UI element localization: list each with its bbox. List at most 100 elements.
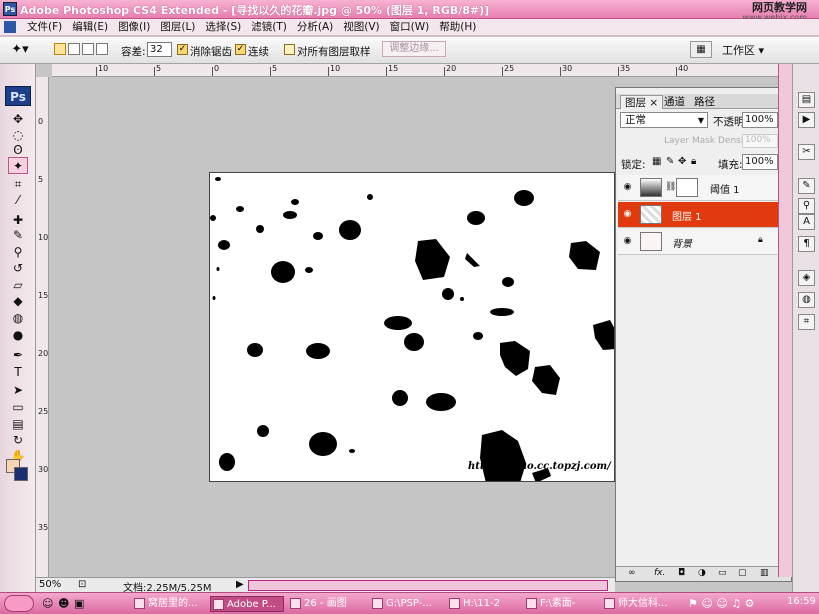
brush-tool-icon[interactable]: ✎ [8,227,28,244]
link-icon[interactable]: ∞ [628,568,636,578]
tray-icons[interactable]: ⚑ ☺ ☺ ♫ ⚙ [688,597,755,610]
lock-pixels-icon[interactable]: ✎ [666,156,674,167]
menu-layer[interactable]: 图层(L) [155,19,200,36]
ruler-h-label: 25 [504,64,515,73]
move-tool-icon[interactable]: ✥ [8,111,28,128]
add-selection-mode-button[interactable] [68,43,80,55]
menu-analysis[interactable]: 分析(A) [292,19,338,36]
visibility-eye-icon[interactable]: ◉ [622,236,633,246]
adjustment-icon[interactable]: ◑ [698,568,706,578]
magic-wand-tool-icon[interactable]: ✦ [8,157,28,174]
history-icon[interactable]: ▤ [798,92,815,108]
paths-icon[interactable]: ⌗ [798,314,815,330]
magic-wand-icon[interactable]: ✦▾ [8,41,32,59]
visibility-eye-icon[interactable]: ◉ [622,182,633,192]
menu-file[interactable]: 文件(F) [22,19,67,36]
crop-tool-icon[interactable]: ⌗ [8,176,28,193]
menu-edit[interactable]: 编辑(E) [67,19,113,36]
layer-name: 背景 [672,239,692,250]
anti-alias-checkbox[interactable]: ✓ [177,44,188,55]
intersect-selection-mode-button[interactable] [96,43,108,55]
actions-icon[interactable]: ▶ [798,112,815,128]
zoom-level[interactable]: 50% [39,579,61,590]
contiguous-label: 连续 [248,46,269,58]
taskbar-item[interactable]: G:\PSP-... [370,596,442,612]
fill-input[interactable]: 100% [742,154,778,170]
brush-icon[interactable]: ✎ [798,178,815,194]
horizontal-ruler[interactable]: 10 5 0 5 10 15 20 25 30 35 40 [52,64,779,77]
lock-all-icon[interactable]: 🔒︎ [691,156,696,167]
subtract-selection-mode-button[interactable] [82,43,94,55]
layer-row-threshold[interactable]: ◉ ⛓ 阈值 1 [618,175,789,201]
tab-close-icon[interactable]: × [649,97,658,109]
type-tool-icon[interactable]: T [8,364,28,381]
taskbar-item[interactable]: 26 - 画图 [288,596,366,612]
clone-source-icon[interactable]: ⚲ [798,198,815,214]
status-menu-arrow-icon[interactable]: ▶ [236,579,244,590]
layer-row-layer1[interactable]: ◉ 图层 1 [618,202,789,228]
status-preview-icon[interactable]: ⊡ [78,579,86,590]
history-brush-tool-icon[interactable]: ↺ [8,260,28,277]
tab-paths[interactable]: 路径 [690,95,719,109]
refine-edge-button[interactable]: 调整边缘... [382,41,446,57]
tab-channels[interactable]: 通道 [660,95,689,109]
taskbar-item[interactable]: Adobe P... [210,596,284,612]
eyedropper-tool-icon[interactable]: ⁄ [8,192,28,209]
contiguous-checkbox[interactable]: ✓ [235,44,246,55]
quicklaunch-icon-1[interactable]: ☺ [42,597,53,610]
channels-icon[interactable]: ◍ [798,292,815,308]
3d-rotate-tool-icon[interactable]: ↻ [8,432,28,449]
clone-stamp-tool-icon[interactable]: ⚲ [8,244,28,261]
tab-layers[interactable]: 图层 × [620,95,664,109]
layer-mask-thumbnail[interactable] [676,178,698,197]
character-icon[interactable]: A [798,214,815,230]
sample-all-layers-checkbox[interactable] [284,44,295,55]
background-color-swatch[interactable] [14,467,28,481]
blend-mode-select[interactable]: 正常 ▼ [620,112,708,128]
fx-icon[interactable]: fx. [654,568,665,578]
lock-position-icon[interactable]: ✥ [678,156,686,167]
visibility-eye-icon[interactable]: ◉ [622,209,633,219]
eraser-tool-icon[interactable]: ▱ [8,277,28,294]
paragraph-icon[interactable]: ¶ [798,236,815,252]
lock-transparency-icon[interactable]: ▦ [652,156,661,167]
tools-icon[interactable]: ✂ [798,144,815,160]
workspace-button[interactable]: 工作区 ▾ [722,42,764,58]
photoshop-app-icon[interactable]: Ps [3,2,17,16]
taskbar-item[interactable]: H:\11-2 [447,596,519,612]
menu-image[interactable]: 图像(I) [113,19,155,36]
vertical-ruler[interactable]: 0510152025303540 [36,77,49,577]
layer-row-background[interactable]: ◉ 背景 🔒︎ [618,229,789,255]
notes-tool-icon[interactable]: ▤ [8,416,28,433]
shape-tool-icon[interactable]: ▭ [8,399,28,416]
start-button[interactable] [4,595,34,612]
new-selection-mode-button[interactable] [54,43,66,55]
horizontal-scrollbar[interactable] [248,580,608,591]
new-layer-icon[interactable]: ▢ [738,568,747,578]
layers-icon[interactable]: ◈ [798,270,815,286]
quicklaunch-icon-2[interactable]: ☻ [58,597,69,610]
blur-tool-icon[interactable]: ◍ [8,310,28,327]
menu-select[interactable]: 选择(S) [200,19,246,36]
quicklaunch-icon-3[interactable]: ▣ [74,597,84,610]
pen-tool-icon[interactable]: ✒ [8,347,28,364]
paint-bucket-tool-icon[interactable]: ◆ [8,293,28,310]
chain-link-icon[interactable]: ⛓ [665,182,676,192]
brush-panel-icon[interactable]: ▦ [690,41,712,58]
taskbar-item[interactable]: F:\素面- [524,596,598,612]
path-selection-tool-icon[interactable]: ➤ [8,382,28,399]
trash-icon[interactable]: ▥ [760,568,769,578]
tolerance-input[interactable]: 32 [147,42,172,57]
opacity-input[interactable]: 100% [742,112,778,128]
dodge-tool-icon[interactable]: ● [8,327,28,344]
taskbar-item[interactable]: 师大信科... [602,596,680,612]
document-canvas[interactable]: http://aiguo.cc.topzj.com/ [209,172,615,482]
menu-help[interactable]: 帮助(H) [434,19,481,36]
taskbar-item[interactable]: 窝居里的... [132,596,206,612]
menu-view[interactable]: 视图(V) [338,19,384,36]
menu-window[interactable]: 窗口(W) [385,19,435,36]
mask-icon[interactable]: ◘ [678,568,685,578]
menu-filter[interactable]: 滤镜(T) [246,19,292,36]
group-icon[interactable]: ▭ [718,568,727,578]
vertical-scrollbar[interactable] [778,64,792,577]
